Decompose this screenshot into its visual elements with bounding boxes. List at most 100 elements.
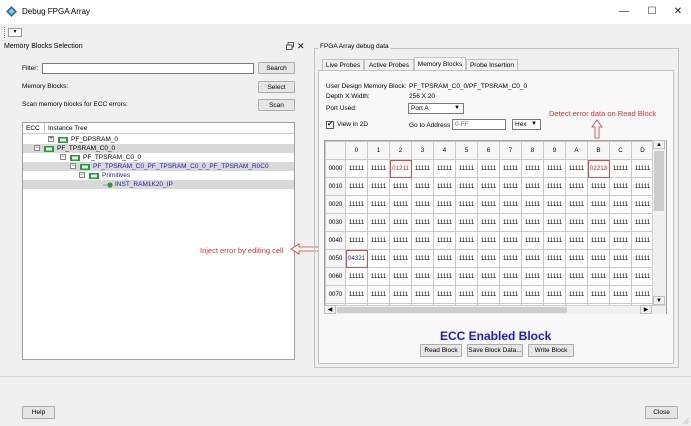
tree-item-primitives[interactable]: − Primitives: [45, 171, 294, 180]
grid-cell[interactable]: 11111: [389, 249, 412, 268]
grid-cell[interactable]: 11111: [433, 213, 456, 232]
filter-input[interactable]: [42, 63, 254, 74]
grid-cell[interactable]: 11111: [345, 213, 368, 232]
grid-cell[interactable]: 11111: [411, 213, 434, 232]
grid-cell[interactable]: 11111: [543, 231, 566, 250]
grid-cell[interactable]: 11111: [609, 195, 632, 214]
grid-cell[interactable]: 11111: [477, 231, 500, 250]
grid-cell[interactable]: 11111: [631, 159, 654, 178]
grid-cell[interactable]: 11111: [543, 249, 566, 268]
grid-cell[interactable]: 11111: [543, 267, 566, 286]
grid-cell[interactable]: 11111: [367, 213, 390, 232]
close-button[interactable]: Close: [645, 406, 678, 419]
grid-cell[interactable]: 11111: [587, 249, 610, 268]
grid-cell[interactable]: 11111: [521, 231, 544, 250]
grid-cell[interactable]: 11111: [499, 177, 522, 196]
grid-cell[interactable]: 11111: [565, 159, 588, 178]
grid-cell[interactable]: 11111: [499, 231, 522, 250]
grid-cell[interactable]: 11111: [389, 267, 412, 286]
grid-cell[interactable]: 11111: [609, 231, 632, 250]
grid-cell[interactable]: 11111: [389, 231, 412, 250]
grid-cell[interactable]: 11111: [455, 267, 478, 286]
grid-cell[interactable]: 11111: [609, 285, 632, 304]
grid-cell[interactable]: 11111: [455, 285, 478, 304]
select-button[interactable]: Select: [258, 81, 295, 93]
goto-address-input[interactable]: [452, 119, 506, 130]
save-block-data-button[interactable]: Save Block Data...: [467, 344, 523, 357]
tree-item-r0c0[interactable]: − PF_TPSRAM_C0_PF_TPSRAM_C0_0_PF_TPSRAM_…: [23, 162, 294, 171]
grid-cell[interactable]: 11111: [345, 267, 368, 286]
tree-item-dpsram[interactable]: + PF_DPSRAM_0: [45, 135, 294, 144]
grid-cell[interactable]: 11111: [587, 285, 610, 304]
grid-cell[interactable]: 11111: [411, 231, 434, 250]
grid-cell[interactable]: 11111: [521, 285, 544, 304]
grid-cell[interactable]: 11111: [499, 195, 522, 214]
grid-cell[interactable]: 11111: [433, 159, 456, 178]
grid-cell[interactable]: 11111: [455, 231, 478, 250]
tree-item-tpsram-child[interactable]: − PF_TPSRAM_C0_0: [45, 153, 294, 162]
grid-cell[interactable]: 11111: [411, 249, 434, 268]
grid-cell[interactable]: 11111: [631, 177, 654, 196]
grid-cell[interactable]: 11111: [477, 285, 500, 304]
grid-cell[interactable]: 11111: [543, 159, 566, 178]
grid-cell[interactable]: 11111: [367, 267, 390, 286]
grid-cell[interactable]: 11111: [565, 267, 588, 286]
grid-cell[interactable]: 11111: [455, 177, 478, 196]
grid-cell[interactable]: 11111: [367, 285, 390, 304]
grid-cell[interactable]: 11111: [499, 285, 522, 304]
grid-cell[interactable]: 11111: [631, 213, 654, 232]
grid-cell[interactable]: 11111: [543, 195, 566, 214]
radix-select[interactable]: Hex ▼: [512, 119, 541, 130]
grid-cell[interactable]: 11111: [565, 231, 588, 250]
grid-cell[interactable]: 11111: [631, 195, 654, 214]
grid-cell[interactable]: 11111: [499, 159, 522, 178]
grid-cell[interactable]: 11111: [455, 159, 478, 178]
grid-cell[interactable]: 11111: [609, 249, 632, 268]
grid-cell[interactable]: 11111: [477, 159, 500, 178]
grid-cell[interactable]: 11111: [455, 213, 478, 232]
grid-cell[interactable]: 11111: [565, 177, 588, 196]
read-block-button[interactable]: Read Block: [420, 344, 462, 357]
grid-cell-edited[interactable]: 04321: [345, 249, 368, 268]
port-select[interactable]: Port A ▼: [408, 103, 464, 114]
grid-cell[interactable]: 11111: [367, 159, 390, 178]
grid-cell[interactable]: 11111: [631, 231, 654, 250]
grid-cell[interactable]: 11111: [477, 195, 500, 214]
grid-cell[interactable]: 11111: [433, 249, 456, 268]
grid-cell[interactable]: 11111: [499, 249, 522, 268]
expand-toggle[interactable]: +: [48, 136, 54, 142]
grid-cell[interactable]: 11111: [411, 267, 434, 286]
collapse-toggle[interactable]: −: [60, 154, 66, 160]
grid-cell[interactable]: 11111: [411, 159, 434, 178]
grid-cell[interactable]: 11111: [411, 195, 434, 214]
grid-cell[interactable]: 11111: [631, 285, 654, 304]
grid-cell[interactable]: 11111: [433, 285, 456, 304]
grid-cell[interactable]: 11111: [455, 249, 478, 268]
tree-item-inst-ram[interactable]: INST_RAM1K20_IP: [23, 180, 294, 189]
grid-cell[interactable]: 11111: [345, 285, 368, 304]
grid-cell[interactable]: 11111: [543, 177, 566, 196]
collapse-toggle[interactable]: −: [34, 145, 40, 151]
tree-item-tpsram-parent[interactable]: − PF_TPSRAM_C0_0: [23, 144, 294, 153]
grid-cell[interactable]: 11111: [543, 285, 566, 304]
grid-cell[interactable]: 11111: [433, 195, 456, 214]
grid-cell[interactable]: 11111: [499, 213, 522, 232]
grid-cell[interactable]: 11111: [389, 213, 412, 232]
grid-cell[interactable]: 11111: [499, 267, 522, 286]
collapse-toggle[interactable]: −: [70, 163, 76, 169]
close-window-button[interactable]: ✕: [669, 4, 687, 20]
grid-cell[interactable]: 11111: [631, 249, 654, 268]
grid-cell[interactable]: 11111: [389, 195, 412, 214]
grid-cell[interactable]: 11111: [433, 177, 456, 196]
scroll-right-icon[interactable]: ▶: [640, 305, 652, 314]
grid-cell[interactable]: 11111: [433, 231, 456, 250]
grid-cell[interactable]: 11111: [521, 213, 544, 232]
close-panel-icon[interactable]: ✕: [297, 41, 305, 52]
grid-cell[interactable]: 11111: [565, 285, 588, 304]
grid-cell[interactable]: 11111: [609, 213, 632, 232]
float-panel-icon[interactable]: [286, 42, 294, 52]
toolbar-dropdown[interactable]: ▾: [8, 28, 22, 37]
grid-cell[interactable]: 11111: [587, 195, 610, 214]
grid-cell[interactable]: 11111: [411, 285, 434, 304]
tab-memory-blocks[interactable]: Memory Blocks: [414, 57, 466, 71]
